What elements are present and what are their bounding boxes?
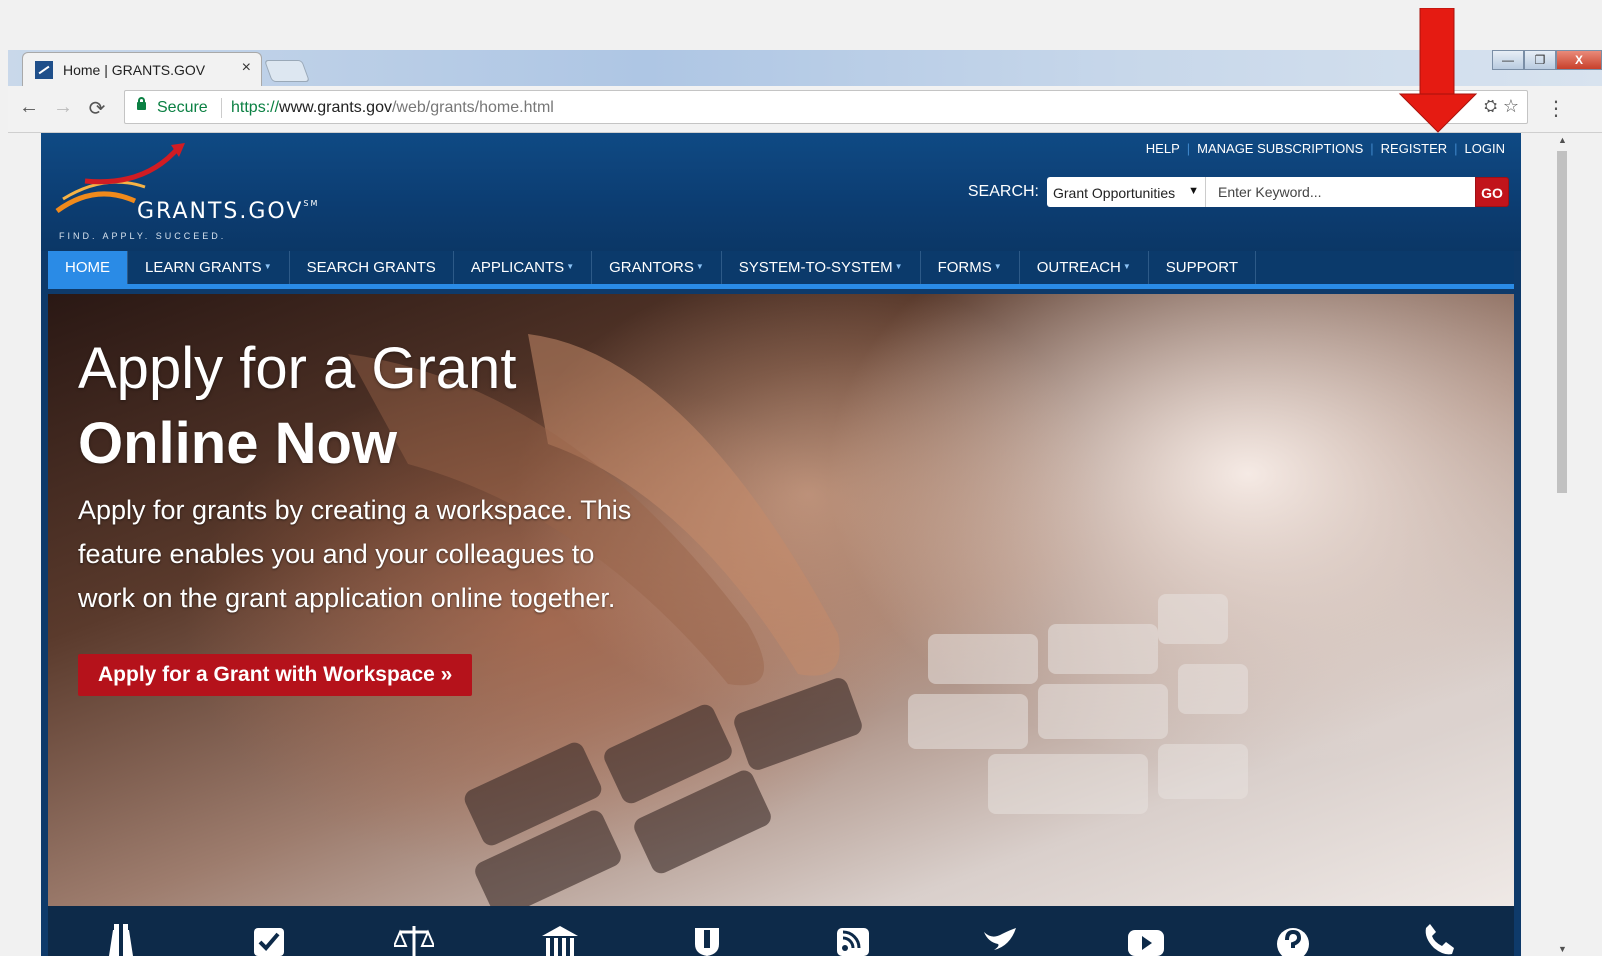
hero-title: Apply for a Grant [78, 336, 517, 401]
address-bar[interactable]: Secure https://www.grants.gov/web/grants… [124, 90, 1528, 124]
url-scheme: https:// [231, 99, 280, 116]
grants-gov-site: GRANTS.GOVSM FIND. APPLY. SUCCEED. HELP … [41, 133, 1521, 956]
shield-icon[interactable] [687, 916, 727, 956]
restore-button[interactable]: ❐ [1524, 50, 1556, 70]
chevron-down-icon: ▼ [1122, 262, 1131, 271]
favicon-icon [35, 61, 53, 79]
page-viewport: GRANTS.GOVSM FIND. APPLY. SUCCEED. HELP … [8, 133, 1554, 956]
nav-home[interactable]: HOME [48, 251, 128, 284]
nav-search-grants[interactable]: SEARCH GRANTS [290, 251, 454, 284]
help-link[interactable]: HELP [1144, 141, 1182, 156]
checkbox-icon[interactable] [248, 916, 288, 956]
window-close-button[interactable]: X [1556, 50, 1602, 70]
scroll-down-icon[interactable]: ▼ [1558, 944, 1567, 954]
nav-learn-grants[interactable]: LEARN GRANTS ▼ [128, 251, 290, 284]
login-link[interactable]: LOGIN [1463, 141, 1507, 156]
logo-tagline: FIND. APPLY. SUCCEED. [59, 231, 227, 241]
select-caret-icon: ▼ [1188, 185, 1199, 197]
url-path: /web/grants/home.html [391, 99, 554, 116]
nav-label: OUTREACH [1036, 259, 1121, 276]
keyword-search-input[interactable] [1205, 177, 1475, 207]
scrollbar-thumb[interactable] [1557, 151, 1567, 493]
browser-menu-icon[interactable]: ⋮ [1546, 96, 1566, 121]
chevron-down-icon: ▼ [695, 262, 704, 271]
nav-label: FORMS [937, 259, 992, 276]
secure-label: Secure [157, 99, 208, 116]
separator: | [1186, 141, 1191, 156]
chevron-down-icon: ▼ [894, 262, 903, 271]
manage-subscriptions-link[interactable]: MANAGE SUBSCRIPTIONS [1195, 141, 1365, 156]
site-search: SEARCH: Grant Opportunities ▼ GO [968, 177, 1509, 207]
nav-label: SYSTEM-TO-SYSTEM [738, 259, 893, 276]
nav-label: SUPPORT [1165, 259, 1239, 276]
utility-links: HELP | MANAGE SUBSCRIPTIONS | REGISTER |… [1144, 141, 1507, 156]
bookmark-star-icon[interactable]: ☆ [1503, 96, 1519, 117]
reload-icon[interactable]: ⟳ [84, 96, 110, 121]
separator: | [1370, 141, 1374, 156]
lock-icon [137, 97, 146, 110]
browser-toolbar: ← → ⟳ Secure https://www.grants.gov/web/… [8, 86, 1602, 133]
search-go-button[interactable]: GO [1475, 177, 1509, 207]
site-header: GRANTS.GOVSM FIND. APPLY. SUCCEED. HELP … [41, 133, 1521, 251]
quick-links-bar [48, 906, 1514, 956]
forward-icon[interactable]: → [50, 96, 76, 119]
apply-workspace-button[interactable]: Apply for a Grant with Workspace » [78, 654, 473, 696]
hero-copy: Apply for a Grant Online Now Apply for g… [78, 334, 638, 696]
nav-label: LEARN GRANTS [145, 259, 262, 276]
tab-home[interactable]: Home | GRANTS.GOV × [22, 52, 262, 86]
chevron-down-icon: ▼ [993, 262, 1002, 271]
binoculars-icon[interactable] [101, 916, 141, 956]
translate-icon[interactable]: ⛭ [1484, 98, 1497, 116]
hero-subtitle: Online Now [78, 411, 397, 476]
institution-icon[interactable] [540, 916, 580, 956]
minimize-button[interactable]: — [1492, 50, 1524, 70]
scroll-up-icon[interactable]: ▲ [1558, 135, 1567, 145]
tab-title: Home | GRANTS.GOV [63, 62, 206, 78]
search-label: SEARCH: [967, 183, 1039, 200]
window-controls: — ❐ X [1492, 50, 1602, 72]
logo-text: GRANTS.GOVSM [137, 199, 320, 224]
grants-gov-logo[interactable]: GRANTS.GOVSM FIND. APPLY. SUCCEED. [55, 143, 375, 243]
scales-icon[interactable] [394, 916, 434, 956]
back-icon[interactable]: ← [16, 96, 42, 119]
nav-label: GRANTORS [609, 259, 694, 276]
url-text[interactable]: https://www.grants.gov/web/grants/home.h… [231, 99, 554, 117]
nav-grantors[interactable]: GRANTORS ▼ [592, 251, 722, 284]
search-category-select[interactable]: Grant Opportunities ▼ [1047, 177, 1205, 207]
nav-label: APPLICANTS [470, 259, 565, 276]
register-link[interactable]: REGISTER [1379, 141, 1449, 156]
search-category-value: Grant Opportunities [1053, 185, 1176, 201]
main-navigation: HOME LEARN GRANTS ▼ SEARCH GRANTS APPLICA… [48, 251, 1514, 289]
chevron-down-icon: ▼ [566, 262, 575, 271]
nav-forms[interactable]: FORMS ▼ [921, 251, 1020, 284]
url-host: www.grants.gov [279, 99, 392, 116]
chevron-down-icon: ▼ [263, 262, 272, 271]
hero-description: Apply for grants by creating a workspace… [78, 495, 632, 613]
youtube-icon[interactable] [1126, 916, 1166, 956]
nav-applicants[interactable]: APPLICANTS ▼ [454, 251, 593, 284]
phone-icon[interactable] [1418, 916, 1458, 956]
twitter-icon[interactable] [980, 916, 1020, 956]
nav-label: HOME [65, 259, 110, 276]
nav-label: SEARCH GRANTS [306, 259, 436, 276]
rss-icon[interactable] [833, 916, 873, 956]
hero-banner: Apply for a Grant Online Now Apply for g… [48, 294, 1514, 906]
question-icon[interactable] [1273, 916, 1313, 956]
nav-system-to-system[interactable]: SYSTEM-TO-SYSTEM ▼ [722, 251, 921, 284]
omnibox-divider [221, 98, 222, 118]
separator: | [1454, 141, 1458, 156]
browser-chrome: Home | GRANTS.GOV × — ❐ X ← → ⟳ Secure h… [8, 50, 1602, 133]
new-tab-button[interactable] [263, 60, 311, 82]
nav-support[interactable]: SUPPORT [1149, 251, 1257, 284]
tab-strip: Home | GRANTS.GOV × — ❐ X [8, 50, 1602, 86]
close-icon[interactable]: × [242, 59, 251, 77]
vertical-scrollbar[interactable]: ▲ ▼ [1554, 133, 1570, 956]
annotation-arrow-icon [1398, 8, 1478, 133]
nav-outreach[interactable]: OUTREACH ▼ [1020, 251, 1149, 284]
